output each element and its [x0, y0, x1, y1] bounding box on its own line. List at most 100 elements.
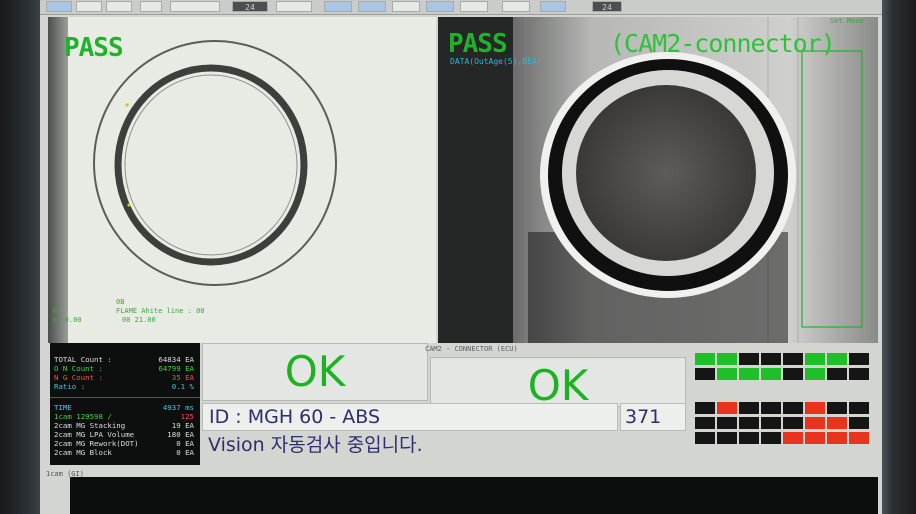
toolbar-button-1[interactable] — [46, 1, 72, 12]
indicator-cell — [695, 368, 715, 380]
cam1-outer-ring — [93, 40, 337, 286]
cam1-ok-result: OK — [202, 343, 428, 401]
indicator-cell — [849, 432, 869, 444]
cam1-info-mid-1: FLAME Ahite line : 00 — [116, 307, 205, 315]
count-field: 371 — [620, 403, 686, 431]
stat-ratio: Ratio : 0.1 % — [54, 382, 198, 391]
cam2-result-label: CAM2 - CONNECTOR (ECU) — [425, 345, 518, 353]
cam1-info-top: 0B — [116, 298, 125, 306]
stat-1cam-value: 125 — [180, 412, 194, 421]
indicator-cell — [717, 432, 737, 444]
toolbar-button-10[interactable] — [426, 1, 454, 12]
cam1-inner-ring-edge — [124, 74, 298, 256]
stat-rework-value: 0 EA — [176, 439, 194, 448]
stats-divider — [50, 397, 200, 398]
cam2-data-text: DATA(OutAge(5),BEA) — [450, 57, 542, 66]
toolbar-button-2[interactable] — [76, 1, 102, 12]
stat-ok-label: O N Count : — [54, 364, 103, 373]
indicator-cell — [695, 402, 715, 414]
indicator-cell — [827, 417, 847, 429]
toolbar-button-4[interactable] — [140, 1, 162, 12]
indicator-cell — [695, 417, 715, 429]
cam1-marker-dot — [127, 203, 131, 207]
statistics-panel: TOTAL Count : 64834 EA O N Count : 64799… — [50, 343, 200, 465]
stat-ok: O N Count : 64799 EA — [54, 364, 198, 373]
indicator-cell — [827, 402, 847, 414]
indicator-cell — [761, 353, 781, 365]
indicator-cell — [827, 368, 847, 380]
cam1-inner-ring — [114, 64, 308, 266]
stat-lpa-label: 2cam MG LPA Volume — [54, 430, 135, 439]
cam2-ok-result: OK — [430, 357, 686, 410]
toolbar-button-12[interactable] — [502, 1, 530, 12]
cam2-title: (CAM2-connector) — [610, 29, 836, 58]
indicator-cell — [717, 368, 737, 380]
indicator-cell — [805, 417, 825, 429]
stat-ok-value: 64799 EA — [158, 364, 194, 373]
indicator-cell — [783, 432, 803, 444]
cam1-info-left-1: 00 — [52, 307, 61, 315]
stat-block-value: 0 EA — [176, 448, 194, 457]
toolbar-button-6[interactable] — [276, 1, 312, 12]
indicator-cell — [695, 353, 715, 365]
indicator-cell — [739, 432, 759, 444]
indicator-cell — [717, 417, 737, 429]
monitor-bezel-left — [0, 0, 40, 514]
indicator-cell — [717, 353, 737, 365]
log-output-bar — [70, 477, 878, 514]
toolbar-button-13[interactable] — [540, 1, 566, 12]
cam1-ring-image — [93, 40, 337, 286]
indicator-cell — [761, 368, 781, 380]
toolbar-button-11[interactable] — [460, 1, 488, 12]
cam2-image-panel[interactable]: PASS (CAM2-connector) DATA(OutAge(5),BEA… — [438, 17, 878, 343]
stat-1cam: 1cam 129598 / 125 — [54, 412, 198, 421]
stat-ratio-label: Ratio : — [54, 382, 86, 391]
indicator-cell — [849, 402, 869, 414]
indicator-cell — [827, 353, 847, 365]
vision-inspection-screen: 24 24 PASS 0B 00 00 0.00 FLAME Ahite lin… — [40, 0, 882, 514]
cam2-corner-text: Set Move — [830, 17, 864, 25]
indicator-cell — [739, 402, 759, 414]
indicator-cell — [695, 432, 715, 444]
stat-1cam-label: 1cam 129598 / — [54, 412, 112, 421]
cam2-pass-status: PASS — [448, 29, 508, 59]
stat-total-value: 64834 EA — [158, 355, 194, 364]
cam2-center-disk — [576, 85, 756, 261]
toolbar-button-9[interactable] — [392, 1, 420, 12]
stat-block-label: 2cam MG Block — [54, 448, 112, 457]
stat-ng: N G Count : 35 EA — [54, 373, 198, 382]
stat-total: TOTAL Count : 64834 EA — [54, 355, 198, 364]
indicator-cell — [739, 368, 759, 380]
stat-stacking-label: 2cam MG Stacking — [54, 421, 126, 430]
indicator-cell — [849, 353, 869, 365]
status-message: Vision 자동검사 중입니다. — [208, 434, 423, 456]
indicator-cell — [805, 432, 825, 444]
toolbar-button-7[interactable] — [324, 1, 352, 12]
indicator-cell — [805, 402, 825, 414]
indicator-cell — [739, 417, 759, 429]
toolbar-value-24: 24 — [232, 1, 268, 12]
stat-lpa-volume: 2cam MG LPA Volume 180 EA — [54, 430, 198, 439]
indicator-cell — [783, 353, 803, 365]
stat-stacking: 2cam MG Stacking 19 EA — [54, 421, 198, 430]
cam1-info-left-2: 00 0.00 — [52, 316, 82, 324]
indicator-cell — [717, 402, 737, 414]
stat-rework-label: 2cam MG Rework(DOT) — [54, 439, 139, 448]
stat-ratio-value: 0.1 % — [171, 382, 194, 391]
stat-stacking-value: 19 EA — [171, 421, 194, 430]
toolbar-button-8[interactable] — [358, 1, 386, 12]
indicator-cell — [827, 432, 847, 444]
indicator-cell — [783, 368, 803, 380]
cam1-marker-dot — [125, 103, 129, 107]
cam1-info-mid-2: 00 21.00 — [122, 316, 156, 324]
stat-time-value: 4937 ms — [162, 403, 194, 412]
indicator-cell — [849, 417, 869, 429]
stat-time-label: TIME — [54, 403, 72, 412]
toolbar-button-3[interactable] — [106, 1, 132, 12]
cam1-image-panel[interactable]: PASS 0B 00 00 0.00 FLAME Ahite line : 00… — [48, 17, 436, 343]
indicator-cell — [805, 368, 825, 380]
stat-lpa-value: 180 EA — [167, 430, 194, 439]
toolbar-value-24b: 24 — [592, 1, 622, 12]
indicator-cell — [783, 417, 803, 429]
toolbar-button-5[interactable] — [170, 1, 220, 12]
